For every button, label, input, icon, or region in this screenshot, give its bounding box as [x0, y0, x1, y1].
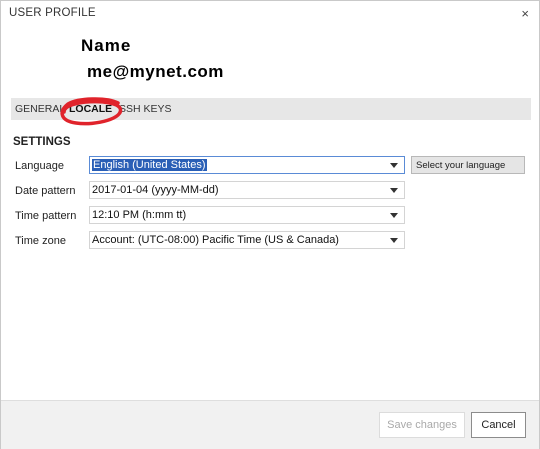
- dialog-footer: Save changes Cancel: [1, 400, 539, 449]
- date-pattern-label: Date pattern: [15, 185, 76, 197]
- time-zone-label: Time zone: [15, 235, 66, 247]
- dialog-content: Name me@mynet.com GENERAL LOCALE SSH KEY…: [1, 27, 539, 400]
- time-zone-select[interactable]: Account: (UTC-08:00) Pacific Time (US & …: [89, 231, 405, 249]
- chevron-down-icon: [390, 238, 398, 243]
- chevron-down-icon: [390, 213, 398, 218]
- language-value: English (United States): [92, 159, 207, 171]
- settings-title: SETTINGS: [13, 136, 71, 148]
- save-changes-button[interactable]: Save changes: [379, 412, 465, 438]
- tab-bar: GENERAL LOCALE SSH KEYS: [11, 98, 531, 120]
- title-bar: USER PROFILE ×: [1, 1, 539, 27]
- tab-general[interactable]: GENERAL: [15, 103, 65, 115]
- cancel-button[interactable]: Cancel: [471, 412, 526, 438]
- time-pattern-value: 12:10 PM (h:mm tt): [92, 209, 187, 221]
- chevron-down-icon: [390, 163, 398, 168]
- language-label: Language: [15, 160, 64, 172]
- language-select[interactable]: English (United States): [89, 156, 405, 174]
- chevron-down-icon: [390, 188, 398, 193]
- dialog-title: USER PROFILE: [9, 7, 96, 19]
- time-zone-value: Account: (UTC-08:00) Pacific Time (US & …: [92, 234, 339, 246]
- time-pattern-label: Time pattern: [15, 210, 77, 222]
- profile-email: me@mynet.com: [87, 62, 224, 81]
- date-pattern-select[interactable]: 2017-01-04 (yyyy-MM-dd): [89, 181, 405, 199]
- select-language-button[interactable]: Select your language: [411, 156, 525, 174]
- tab-ssh-keys[interactable]: SSH KEYS: [119, 103, 172, 115]
- date-pattern-value: 2017-01-04 (yyyy-MM-dd): [92, 184, 219, 196]
- tab-locale[interactable]: LOCALE: [69, 103, 112, 115]
- user-profile-dialog: USER PROFILE × Name me@mynet.com GENERAL…: [0, 0, 540, 449]
- profile-name: Name: [81, 36, 132, 55]
- time-pattern-select[interactable]: 12:10 PM (h:mm tt): [89, 206, 405, 224]
- close-icon[interactable]: ×: [521, 6, 529, 21]
